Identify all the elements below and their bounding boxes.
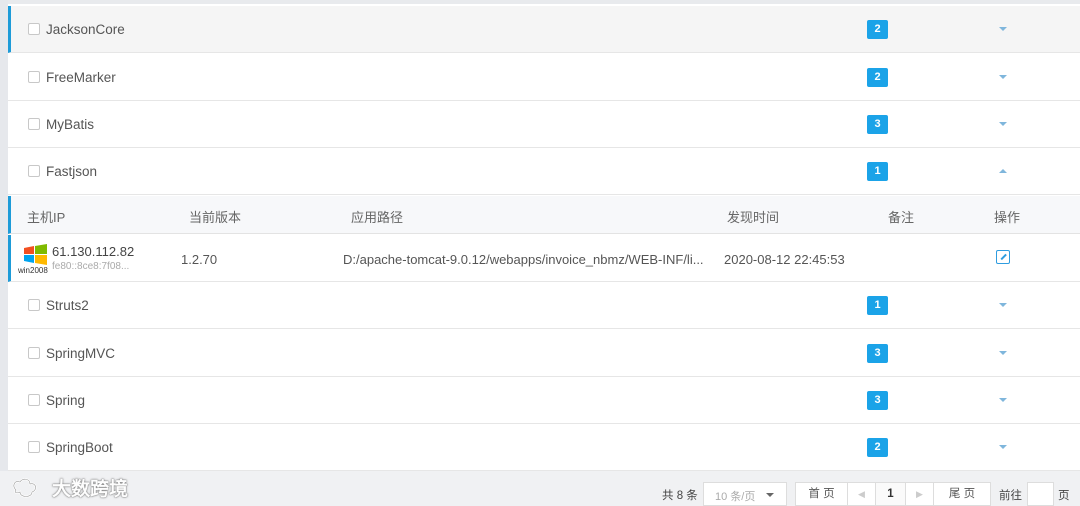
last-page-button[interactable]: 尾 页 (934, 483, 990, 505)
chevron-down-icon[interactable] (999, 445, 1007, 449)
row-checkbox[interactable] (28, 441, 40, 453)
count-badge: 3 (867, 114, 888, 134)
library-name: MyBatis (46, 116, 95, 132)
library-row-springboot[interactable]: SpringBoot 2 (8, 424, 1080, 471)
row-checkbox[interactable] (28, 165, 40, 177)
count-badge: 1 (867, 295, 888, 315)
library-name: Spring (46, 392, 86, 408)
found-time: 2020-08-12 22:45:53 (724, 252, 845, 267)
chevron-down-icon (766, 493, 774, 497)
column-path: 应用路径 (351, 210, 404, 225)
total-count: 共 8 条 (662, 490, 698, 502)
library-row-struts2[interactable]: Struts2 1 (8, 282, 1080, 329)
count-badge: 2 (867, 67, 888, 87)
library-name: FreeMarker (46, 69, 116, 85)
library-name: JacksonCore (46, 21, 125, 37)
goto-label: 前往 (999, 490, 1022, 502)
chevron-down-icon[interactable] (999, 351, 1007, 355)
pagination-footer: 大数跨境 共 8 条 10 条/页 首 页 ◀ 1 ▶ 尾 页 前往 页 (0, 471, 1080, 506)
next-page-button[interactable]: ▶ (906, 483, 934, 505)
watermark-text: 大数跨境 (52, 479, 129, 500)
count-badge: 1 (867, 161, 888, 181)
prev-page-button[interactable]: ◀ (848, 483, 876, 505)
column-found-time: 发现时间 (727, 210, 780, 225)
chevron-down-icon[interactable] (999, 122, 1007, 126)
library-row-springmvc[interactable]: SpringMVC 3 (8, 330, 1080, 377)
count-badge: 3 (867, 390, 888, 410)
library-name: Fastjson (46, 163, 98, 179)
app-path: D:/apache-tomcat-9.0.12/webapps/invoice_… (343, 252, 704, 267)
page-size-value: 10 条/页 (715, 491, 756, 503)
count-badge: 2 (867, 19, 888, 39)
library-row-freemarker[interactable]: FreeMarker 2 (8, 54, 1080, 101)
row-checkbox[interactable] (28, 71, 40, 83)
chevron-down-icon[interactable] (999, 75, 1007, 79)
chevron-down-icon[interactable] (999, 303, 1007, 307)
column-host-ip: 主机IP (27, 210, 66, 225)
edit-icon[interactable] (996, 250, 1010, 264)
count-badge: 2 (867, 437, 888, 457)
chevron-up-icon[interactable] (999, 169, 1007, 173)
left-edge-strip (0, 0, 8, 506)
column-remark: 备注 (888, 210, 915, 225)
chevron-down-icon[interactable] (999, 398, 1007, 402)
host-ipv6: fe80::8ce8:7f08... (52, 261, 130, 272)
watermark-logo-icon (12, 478, 37, 498)
goto-page-input[interactable] (1027, 482, 1054, 506)
row-checkbox[interactable] (28, 299, 40, 311)
detail-table-header: 主机IP 当前版本 应用路径 发现时间 备注 操作 (8, 196, 1080, 234)
library-name: SpringBoot (46, 439, 113, 455)
column-version: 当前版本 (189, 210, 242, 225)
os-label: win2008 (18, 266, 48, 275)
row-checkbox[interactable] (28, 23, 40, 35)
pager: 首 页 ◀ 1 ▶ 尾 页 (795, 482, 991, 506)
library-row-fastjson[interactable]: Fastjson 1 (8, 148, 1080, 195)
library-row-jacksoncore[interactable]: JacksonCore 2 (8, 6, 1080, 53)
first-page-button[interactable]: 首 页 (796, 483, 848, 505)
goto-suffix: 页 (1058, 490, 1070, 502)
component-list-panel: JacksonCore 2 FreeMarker 2 MyBatis 3 Fas… (8, 0, 1080, 471)
row-checkbox[interactable] (28, 347, 40, 359)
library-row-mybatis[interactable]: MyBatis 3 (8, 101, 1080, 148)
count-badge: 3 (867, 343, 888, 363)
current-version: 1.2.70 (181, 252, 218, 267)
host-ip: 61.130.112.82 (52, 244, 135, 259)
windows-logo-icon (24, 244, 47, 265)
row-checkbox[interactable] (28, 118, 40, 130)
row-checkbox[interactable] (28, 394, 40, 406)
current-page-number[interactable]: 1 (876, 483, 906, 505)
page-size-select[interactable]: 10 条/页 (703, 482, 787, 506)
detail-table-row: win2008 61.130.112.82 fe80::8ce8:7f08...… (8, 235, 1080, 282)
column-action: 操作 (994, 210, 1021, 225)
library-name: Struts2 (46, 297, 89, 313)
library-name: SpringMVC (46, 345, 116, 361)
chevron-down-icon[interactable] (999, 27, 1007, 31)
library-row-spring[interactable]: Spring 3 (8, 377, 1080, 424)
